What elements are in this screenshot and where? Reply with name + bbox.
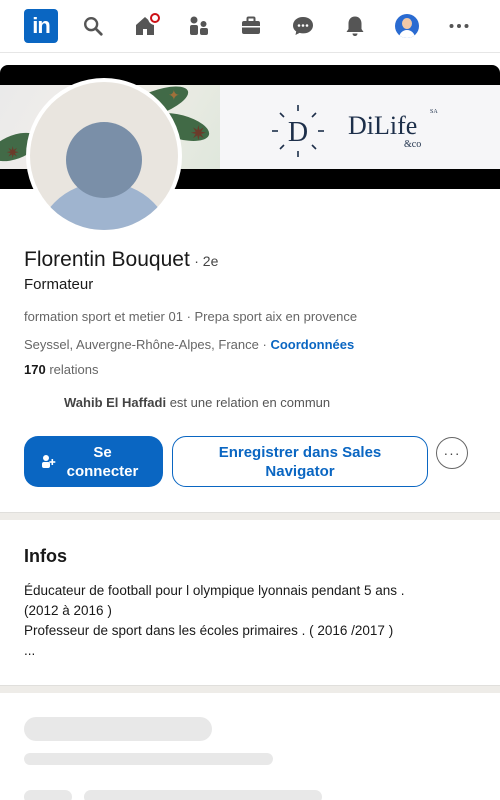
location-line: Seyssel, Auvergne-Rhône-Alpes, France · … xyxy=(24,337,354,352)
infos-title: Infos xyxy=(24,546,67,566)
mutual-connection[interactable]: Wahib El Haffadi est une relation en com… xyxy=(64,395,330,410)
more-icon[interactable] xyxy=(442,8,476,44)
search-icon[interactable] xyxy=(76,8,110,44)
relations-number: 170 xyxy=(24,362,46,377)
infos-line: (2012 à 2016 ) xyxy=(24,603,112,618)
relations-label: relations xyxy=(49,362,99,377)
mutual-connection-name: Wahib El Haffadi xyxy=(64,395,167,410)
connection-degree: · 2e xyxy=(194,253,219,269)
top-nav: in xyxy=(0,0,500,53)
brand-name: DiLife xyxy=(348,111,418,140)
connect-button[interactable]: Se connecter xyxy=(24,436,163,487)
location-text: Seyssel, Auvergne-Rhône-Alpes, France xyxy=(24,337,259,352)
notifications-icon[interactable] xyxy=(338,8,372,44)
location-separator: · xyxy=(262,337,267,352)
profile-name-row: Florentin Bouquet · 2e xyxy=(24,248,218,272)
add-person-icon xyxy=(42,455,56,468)
sales-navigator-label: Enregistrer dans Sales Navigator xyxy=(218,443,382,480)
network-icon[interactable] xyxy=(182,8,216,44)
education-line: formation sport et metier 01 · Prepa spo… xyxy=(24,309,358,324)
brand-subtitle: &co xyxy=(404,139,422,150)
connect-button-label: Se connecter xyxy=(66,443,139,480)
me-avatar[interactable] xyxy=(390,8,424,44)
infos-line: Éducateur de football pour l olympique l… xyxy=(24,583,405,598)
svg-text:D: D xyxy=(288,117,308,148)
home-icon[interactable] xyxy=(128,8,162,44)
section-divider xyxy=(0,512,500,520)
loading-skeleton xyxy=(84,790,322,800)
infos-see-more[interactable]: ... xyxy=(24,643,35,658)
infos-line: Professeur de sport dans les écoles prim… xyxy=(24,623,394,638)
messaging-icon[interactable] xyxy=(286,8,320,44)
profile-name: Florentin Bouquet xyxy=(24,248,190,271)
avatar xyxy=(395,14,419,38)
avatar-placeholder-icon xyxy=(30,82,178,230)
brand-suffix: SA xyxy=(430,109,438,115)
profile-photo[interactable] xyxy=(26,78,182,234)
linkedin-logo[interactable]: in xyxy=(24,9,58,43)
loading-skeleton xyxy=(24,717,212,741)
profile-headline: Formateur xyxy=(24,276,94,293)
jobs-icon[interactable] xyxy=(234,8,268,44)
contact-info-link[interactable]: Coordonnées xyxy=(270,337,354,352)
section-divider xyxy=(0,685,500,693)
notification-dot xyxy=(148,11,162,25)
more-actions-button[interactable]: ··· xyxy=(436,437,468,469)
relations-count[interactable]: 170 relations xyxy=(24,362,98,377)
loading-skeleton xyxy=(24,790,72,800)
save-sales-navigator-button[interactable]: Enregistrer dans Sales Navigator xyxy=(172,436,428,487)
loading-skeleton xyxy=(24,753,273,765)
more-dots-icon: ··· xyxy=(443,445,461,461)
brand-logo-icon: D xyxy=(272,105,324,157)
mutual-connection-text: est une relation en commun xyxy=(169,395,331,410)
